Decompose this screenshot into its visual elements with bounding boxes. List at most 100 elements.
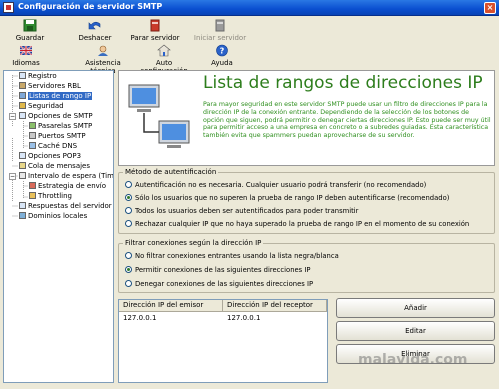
radio-label: No filtrar conexiones entrantes usando l… (135, 252, 339, 260)
tree-item-label: Servidores RBL (28, 82, 81, 90)
lock-icon (19, 102, 26, 109)
radio-label: Autentificación no es necesaria. Cualqui… (135, 181, 427, 189)
tree-item-pasarelas-smtp[interactable]: Pasarelas SMTP (29, 122, 92, 131)
tree-item-label: Opciones POP3 (28, 152, 82, 160)
toolbar: Guardar Deshacer Parar servidor Iniciar … (0, 16, 499, 76)
tree-item-label: Cola de mensajes (28, 162, 91, 170)
table-cell-sender-ip[interactable]: 127.0.0.1 (119, 313, 223, 323)
radio-button-selected[interactable] (125, 266, 132, 273)
undo-icon (88, 21, 101, 30)
tree-item-label: Intervalo de espera (Timeo (28, 172, 114, 180)
clock-icon (19, 172, 26, 179)
radio-button[interactable] (125, 207, 132, 214)
start-server-icon (215, 19, 225, 32)
gateway-icon (29, 122, 36, 129)
tree-item-label: Dominios locales (28, 212, 88, 220)
auth-option-reject[interactable]: Rechazar cualquier IP que no haya supera… (125, 220, 469, 230)
start-server-label: Iniciar servidor (193, 34, 247, 42)
column-header-sender-ip[interactable]: Dirección IP del emisor (119, 300, 223, 312)
save-button[interactable]: Guardar (8, 19, 52, 42)
radio-label: Permitir conexiones de las siguientes di… (135, 266, 311, 274)
close-button[interactable]: × (484, 2, 496, 14)
radio-label: Sólo los usuarios que no superen la prue… (135, 194, 450, 202)
expand-collapse-icon[interactable]: − (9, 173, 16, 180)
radio-label: Denegar conexiones de las siguientes dir… (135, 280, 314, 288)
tree-item-cola-mensajes[interactable]: Cola de mensajes (19, 162, 90, 171)
radio-label: Rechazar cualquier IP que no haya supera… (135, 220, 470, 228)
queue-icon (19, 162, 26, 169)
auth-method-group: Método de autentificación Autentificació… (118, 168, 495, 234)
filter-option-allow[interactable]: Permitir conexiones de las siguientes di… (125, 266, 311, 276)
tree-item-label: Puertos SMTP (38, 132, 86, 140)
tree-item-opciones-pop3[interactable]: Opciones POP3 (19, 152, 81, 161)
tree-item-seguridad[interactable]: Seguridad (19, 102, 64, 111)
domain-icon (19, 212, 26, 219)
tree-item-estrategia-envio[interactable]: Estrategia de envío (29, 182, 106, 191)
column-header-receiver-ip[interactable]: Dirección IP del receptor (223, 300, 327, 312)
stop-server-icon (150, 19, 160, 32)
tree-item-dominios-locales[interactable]: Dominios locales (19, 212, 87, 221)
auth-option-all[interactable]: Todos los usuarios deben ser autentifica… (125, 207, 358, 217)
radio-button[interactable] (125, 252, 132, 259)
tree-item-label: Listas de rango IP (28, 92, 93, 100)
tree-item-label: Respuestas del servidor (28, 202, 112, 210)
tree-item-listas-rango-ip[interactable]: Listas de rango IP (19, 92, 93, 101)
radio-button[interactable] (125, 181, 132, 188)
tree-item-servidores-rbl[interactable]: Servidores RBL (19, 82, 81, 91)
filter-group-title: Filtrar conexiones según la dirección IP (123, 239, 264, 247)
tree-item-label: Seguridad (28, 102, 64, 110)
network-computers-icon (128, 84, 190, 148)
languages-label: Idiomas (12, 59, 40, 67)
radio-button-selected[interactable] (125, 194, 132, 201)
tree-item-registro[interactable]: Registro (19, 72, 57, 81)
expand-collapse-icon[interactable]: − (9, 113, 16, 120)
rbl-icon (19, 82, 26, 89)
info-banner: Lista de rangos de direcciones IP Para m… (118, 70, 495, 166)
page-description: Para mayor seguridad en este servidor SM… (203, 101, 491, 140)
radio-button[interactable] (125, 220, 132, 227)
app-icon (3, 2, 14, 13)
support-icon (98, 45, 108, 56)
help-label: Ayuda (211, 59, 233, 67)
add-button[interactable]: Añadir (336, 298, 495, 318)
auth-option-failed-only[interactable]: Sólo los usuarios que no superen la prue… (125, 194, 449, 204)
tree-item-puertos-smtp[interactable]: Puertos SMTP (29, 132, 86, 141)
auth-group-title: Método de autentificación (123, 168, 219, 176)
start-server-button[interactable]: Iniciar servidor (191, 19, 249, 42)
save-label: Guardar (15, 34, 45, 42)
languages-button[interactable]: Idiomas (6, 44, 46, 67)
auth-option-none[interactable]: Autentificación no es necesaria. Cualqui… (125, 181, 426, 191)
response-icon (19, 202, 26, 209)
radio-button[interactable] (125, 280, 132, 287)
stop-server-button[interactable]: Parar servidor (128, 19, 182, 42)
title-bar: Configuración de servidor SMTP × (0, 0, 499, 16)
log-icon (19, 72, 26, 79)
help-button[interactable]: ? Ayuda (206, 44, 238, 67)
network-icon (19, 92, 26, 99)
tree-item-throttling[interactable]: Throttling (29, 192, 72, 201)
svg-text:?: ? (220, 47, 225, 56)
tree-item-intervalo-espera[interactable]: Intervalo de espera (Timeo (19, 172, 114, 181)
radio-label: Todos los usuarios deben ser autentifica… (135, 207, 359, 215)
filter-option-none[interactable]: No filtrar conexiones entrantes usando l… (125, 252, 339, 262)
dns-icon (29, 142, 36, 149)
table-cell-receiver-ip[interactable]: 127.0.0.1 (223, 313, 327, 323)
edit-button[interactable]: Editar (336, 321, 495, 341)
ip-address-table[interactable]: Dirección IP del emisor Dirección IP del… (118, 299, 328, 383)
undo-button[interactable]: Deshacer (73, 19, 117, 42)
filter-option-deny[interactable]: Denegar conexiones de las siguientes dir… (125, 280, 313, 290)
help-icon: ? (216, 44, 228, 57)
flag-icon (19, 45, 33, 56)
tree-item-label: Opciones de SMTP (28, 112, 93, 120)
tree-item-label: Throttling (38, 192, 72, 200)
tree-item-cache-dns[interactable]: Caché DNS (29, 142, 77, 151)
ip-filter-group: Filtrar conexiones según la dirección IP… (118, 239, 495, 293)
tree-item-opciones-smtp[interactable]: Opciones de SMTP (19, 112, 93, 121)
tree-item-respuestas-servidor[interactable]: Respuestas del servidor (19, 202, 112, 211)
tree-item-label: Registro (28, 72, 57, 80)
mail-icon (19, 152, 26, 159)
undo-label: Deshacer (78, 34, 112, 42)
tree-item-label: Pasarelas SMTP (38, 122, 93, 130)
autoconfig-icon (157, 44, 171, 57)
page-title: Lista de rangos de direcciones IP (203, 73, 483, 93)
